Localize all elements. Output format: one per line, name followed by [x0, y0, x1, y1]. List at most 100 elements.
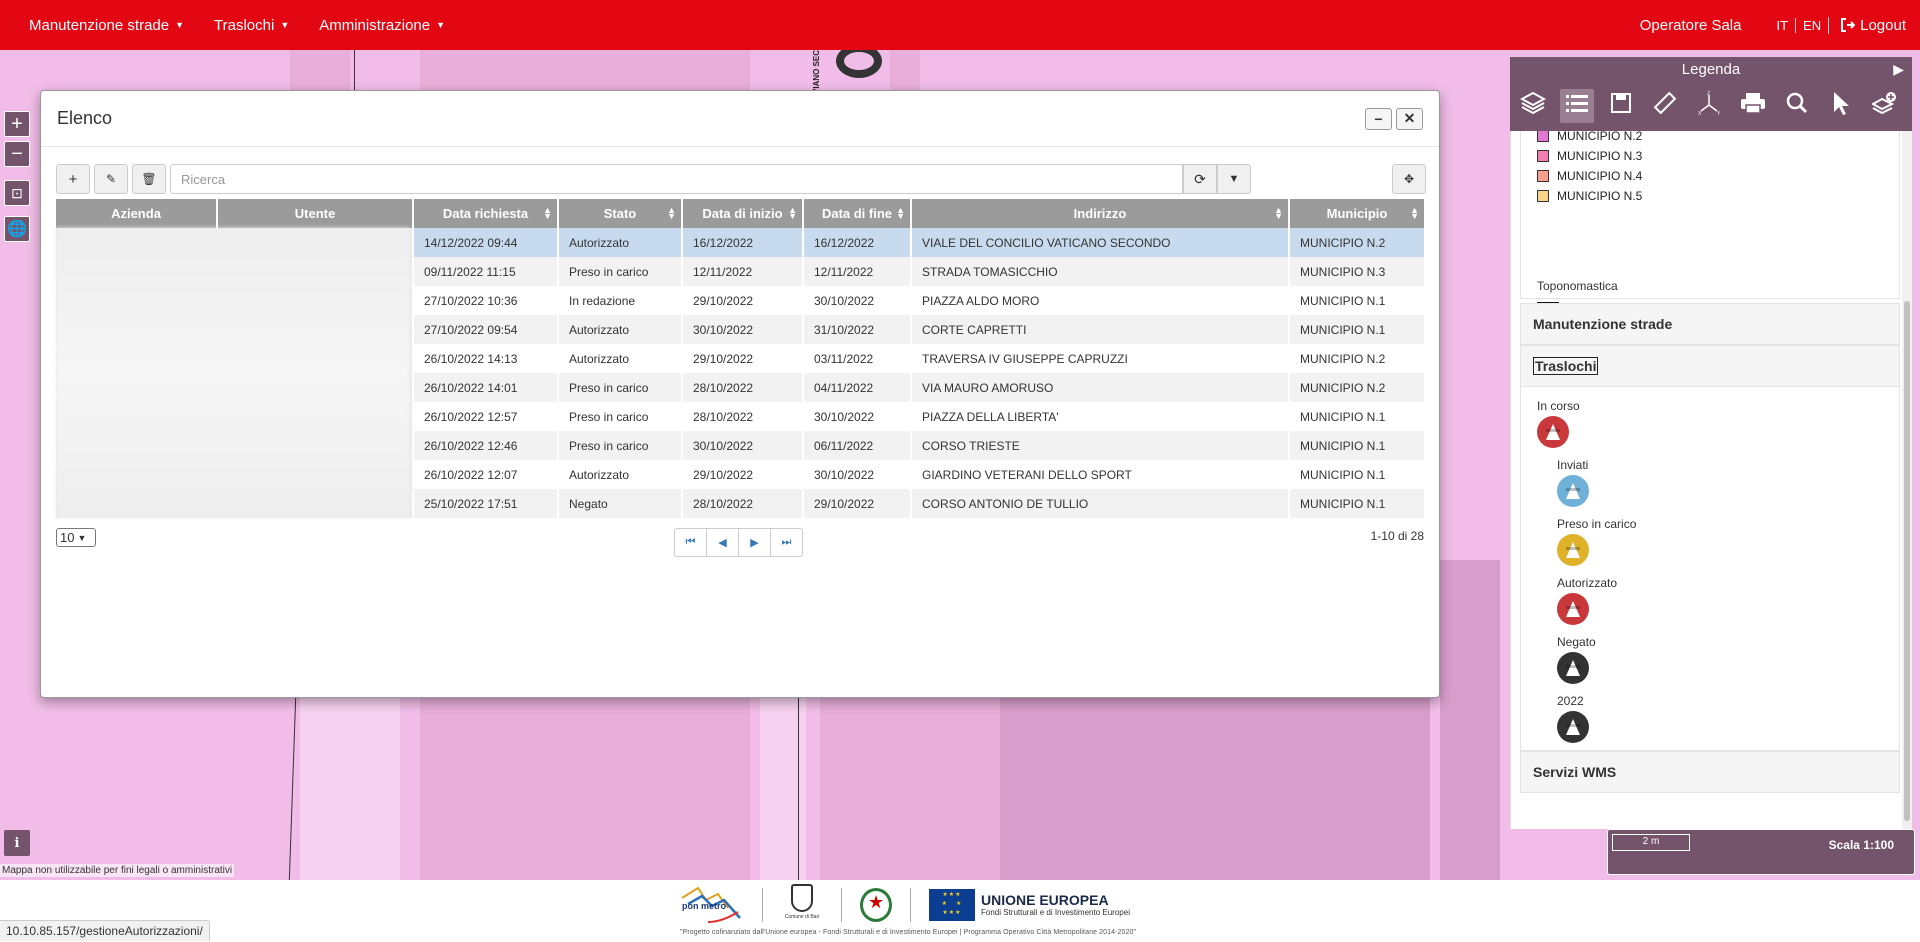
plus-icon: + — [11, 112, 23, 135]
cell-data-richiesta: 27/10/2022 10:36 — [413, 286, 559, 315]
zoom-box-button[interactable]: ⊡ — [4, 180, 30, 206]
section-label: Servizi WMS — [1533, 764, 1617, 780]
lang-it[interactable]: IT — [1769, 18, 1795, 33]
cell-stato: Autorizzato — [558, 460, 683, 489]
move-icon: ✥ — [1403, 172, 1415, 186]
legend-item-label: Autorizzato — [1557, 576, 1618, 590]
delete-button[interactable]: 🗑 — [132, 164, 166, 194]
section-manutenzione-strade[interactable]: Manutenzione strade — [1520, 303, 1900, 345]
last-page-button[interactable]: ⏭ — [770, 528, 803, 557]
minus-icon: − — [1374, 110, 1383, 127]
lang-en[interactable]: EN — [1795, 17, 1828, 33]
cell-indirizzo: CORSO ANTONIO DE TULLIO — [911, 489, 1290, 518]
legend-item-label: In corso — [1537, 399, 1580, 413]
trash-icon: 🗑 — [141, 172, 157, 186]
column-header[interactable]: Data di fine ▲ ▼ — [803, 199, 912, 228]
add-button[interactable]: + — [56, 164, 90, 194]
cell-data-richiesta: 26/10/2022 12:57 — [413, 402, 559, 431]
cell-fine: 31/10/2022 — [803, 315, 912, 344]
add-layer-button[interactable] — [1868, 89, 1902, 123]
column-header[interactable]: Azienda — [56, 199, 218, 228]
zoom-in-button[interactable]: + — [4, 111, 30, 137]
refresh-button[interactable]: ⟳ — [1183, 164, 1217, 194]
close-button[interactable]: ✕ — [1396, 107, 1423, 130]
next-page-button[interactable]: ▶ — [738, 528, 771, 557]
filter-button[interactable]: ▼ — [1217, 164, 1251, 194]
prev-page-button[interactable]: ◀ — [706, 528, 739, 557]
search-button[interactable] — [1780, 89, 1814, 123]
section-servizi-wms[interactable]: Servizi WMS — [1520, 751, 1900, 793]
column-header[interactable]: Data di inizio ▲ ▼ — [682, 199, 804, 228]
toponomastica-label: Toponomastica — [1537, 279, 1618, 293]
legend-scrollbar[interactable] — [1902, 131, 1912, 829]
globe-button[interactable]: 🌐 — [4, 216, 30, 242]
cell-municipio: MUNICIPIO N.2 — [1289, 228, 1426, 257]
sort-icon: ▲ ▼ — [1410, 205, 1419, 221]
pencil-icon: ✎ — [105, 172, 117, 186]
scrollbar-thumb[interactable] — [1904, 301, 1910, 821]
cell-fine: 30/10/2022 — [803, 460, 912, 489]
info-icon: i — [14, 835, 20, 851]
move-button[interactable]: ✥ — [1392, 164, 1426, 194]
legend-body: MUNICIPIO N.2 MUNICIPIO N.3 MUNICIPIO N.4 M… — [1510, 131, 1902, 829]
first-page-button[interactable]: ⏮ — [674, 528, 707, 557]
zoom-out-button[interactable]: − — [4, 141, 30, 167]
scale-text: Scala 1:100 — [1828, 838, 1894, 852]
comune-bari-logo: Comune di Bari — [781, 884, 823, 926]
save-button[interactable] — [1604, 89, 1638, 123]
print-button[interactable] — [1736, 89, 1770, 123]
menu-traslochi[interactable]: Traslochi ▼ — [199, 17, 304, 34]
measure-button[interactable] — [1648, 89, 1682, 123]
legend-item-label: MUNICIPIO N.5 — [1557, 189, 1643, 203]
map-disclaimer: Mappa non utilizzabile per fini legali o… — [0, 864, 235, 877]
cell-inizio: 30/10/2022 — [682, 431, 804, 460]
traffic-cone-icon — [1557, 652, 1589, 684]
search-input[interactable]: Ricerca — [170, 164, 1183, 194]
cell-data-richiesta: 09/11/2022 11:15 — [413, 257, 559, 286]
logout-button[interactable]: Logout — [1828, 16, 1906, 34]
legend-title: Legenda — [1681, 60, 1741, 78]
zoom-extent-icon: ⊡ — [11, 184, 23, 201]
traffic-cone-icon — [1557, 711, 1589, 743]
column-header[interactable]: Data richiesta ▲ ▼ — [413, 199, 559, 228]
pager: ⏮ ◀ ▶ ⏭ — [674, 528, 803, 557]
column-header[interactable]: Stato ▲ ▼ — [558, 199, 683, 228]
sort-icon: ▲ ▼ — [1274, 205, 1283, 221]
section-traslochi[interactable]: Traslochi — [1520, 345, 1900, 387]
ponmetro-text: pon metro — [682, 901, 726, 911]
add-layer-icon — [1870, 91, 1898, 121]
menu-manutenzione-strade[interactable]: Manutenzione strade ▼ — [0, 17, 199, 34]
collapse-arrow-icon[interactable]: ▶ — [1893, 61, 1904, 78]
cursor-icon — [1831, 91, 1851, 121]
cell-fine: 06/11/2022 — [803, 431, 912, 460]
select-button[interactable] — [1824, 89, 1858, 123]
eu-title: UNIONE EUROPEA — [981, 892, 1109, 908]
cell-inizio: 30/10/2022 — [682, 315, 804, 344]
cell-stato: Preso in carico — [558, 431, 683, 460]
cell-data-richiesta: 26/10/2022 12:07 — [413, 460, 559, 489]
column-header[interactable]: Utente — [217, 199, 414, 228]
cell-fine: 16/12/2022 — [803, 228, 912, 257]
legend-list-button[interactable] — [1560, 89, 1594, 123]
column-header[interactable]: Indirizzo ▲ ▼ — [911, 199, 1290, 228]
column-header[interactable]: Municipio ▲ ▼ — [1289, 199, 1426, 228]
layers-button[interactable] — [1516, 89, 1550, 123]
edit-button[interactable]: ✎ — [94, 164, 128, 194]
minimize-button[interactable]: − — [1365, 107, 1392, 130]
column-header-label: Data di inizio — [702, 206, 783, 221]
cell-indirizzo: TRAVERSA IV GIUSEPPE CAPRUZZI — [911, 344, 1290, 373]
caret-down-icon: ▼ — [280, 20, 290, 30]
menu-label: Traslochi — [214, 16, 275, 34]
menu-amministrazione[interactable]: Amministrazione ▼ — [304, 17, 460, 34]
filter-icon: ▼ — [1228, 173, 1240, 185]
print-icon — [1740, 92, 1766, 120]
coordinates-button[interactable]: Z X Y — [1692, 89, 1726, 123]
legend-item-label: MUNICIPIO N.4 — [1557, 169, 1643, 183]
footer: pon metro Comune di Bari ★★★★ ★★★★ UNION… — [0, 880, 1920, 942]
traffic-cone-icon — [1537, 416, 1569, 448]
eu-subtitle: Fondi Strutturali e di Investimento Euro… — [981, 908, 1130, 917]
color-swatch — [1537, 131, 1549, 142]
info-button[interactable]: i — [4, 830, 30, 856]
page-size-select[interactable]: 10 ▼ — [56, 528, 96, 547]
menu-label: Manutenzione strade — [29, 16, 170, 34]
